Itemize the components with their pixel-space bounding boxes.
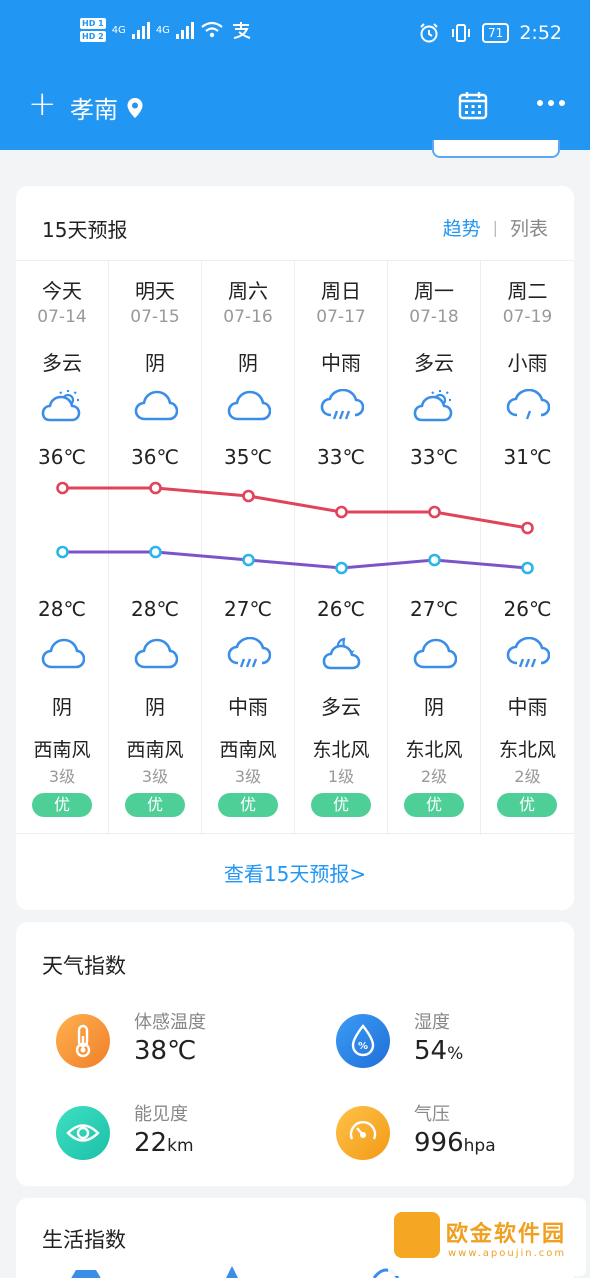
index-label: 体感温度	[134, 1012, 206, 1033]
hd2-badge: HD 2	[80, 31, 106, 42]
alipay-icon	[232, 22, 251, 39]
low-temp-point	[428, 553, 441, 567]
signal-icon	[131, 21, 150, 39]
umbrella-icon	[226, 1266, 238, 1278]
low-temp-point	[335, 561, 348, 575]
location-pin-icon	[127, 97, 143, 118]
city-selector[interactable]: 孝南	[70, 90, 144, 125]
high-temp-point	[149, 481, 162, 495]
high-temp-line	[62, 486, 528, 530]
view-15-day-link[interactable]: 查看15天预报>	[16, 858, 574, 887]
net1-label: 4G	[111, 24, 126, 36]
vibrate-icon	[452, 24, 471, 42]
forecast-view-tabs: 趋势 | 列表	[443, 214, 548, 241]
humidity-icon: %	[336, 1014, 390, 1068]
watermark-text: 欧金软件园	[446, 1222, 567, 1247]
low-temp-point	[521, 561, 534, 575]
index-value: 38℃	[134, 1036, 197, 1066]
index-label: 气压	[414, 1104, 450, 1125]
signal-icon	[175, 21, 194, 39]
life-index-title: 生活指数	[42, 1228, 126, 1252]
temperature-trend-chart	[56, 481, 534, 575]
low-temp-point	[149, 545, 162, 559]
forecast-title: 15天预报	[42, 218, 128, 242]
status-right: 71 2:52	[418, 22, 562, 44]
high-temp-point	[242, 489, 255, 503]
high-temp-point	[521, 521, 534, 535]
weather-index-card: 天气指数 体感温度 38℃ % 湿度 54% 能见度 22km 气压 996hp…	[16, 922, 574, 1186]
battery-indicator: 71	[482, 23, 510, 43]
weather-index-title: 天气指数	[42, 954, 126, 978]
watermark-logo	[394, 1212, 440, 1258]
net2-label: 4G	[155, 24, 170, 36]
low-temp-point	[242, 553, 255, 567]
index-value: 996hpa	[414, 1128, 496, 1158]
hd1-badge: HD 1	[80, 18, 106, 29]
more-icon[interactable]	[536, 88, 566, 118]
status-left: HD 1 HD 2 4G 4G	[80, 18, 252, 42]
clothing-icon	[71, 1270, 101, 1278]
tab-trend[interactable]: 趋势	[443, 214, 481, 241]
tab-separator: |	[492, 218, 498, 237]
eye-icon	[56, 1106, 110, 1160]
svg-text:%: %	[358, 1041, 368, 1052]
tab-list[interactable]: 列表	[510, 214, 548, 241]
city-name: 孝南	[70, 96, 118, 124]
calendar-icon[interactable]	[458, 90, 488, 120]
plus-icon[interactable]: +	[28, 87, 57, 121]
high-temp-point	[335, 505, 348, 519]
thermometer-icon	[56, 1014, 110, 1068]
wifi-icon	[201, 21, 223, 38]
alarm-icon	[420, 23, 438, 43]
watermark-url: www.apoujin.com	[448, 1248, 567, 1259]
gauge-icon	[336, 1106, 390, 1160]
app-header: HD 1 HD 2 4G 4G 71 2:52 + 孝南	[0, 0, 590, 150]
forecast-card: 15天预报 趋势 | 列表 今天 07-14 多云 36℃ 28℃ 阴西南风 3级优明天 07…	[16, 186, 574, 910]
index-label: 湿度	[414, 1012, 450, 1033]
index-value: 22km	[134, 1128, 194, 1158]
high-temp-point	[428, 505, 441, 519]
low-temp-point	[56, 545, 69, 559]
watermark: 欧金软件园 www.apoujin.com	[388, 1198, 586, 1276]
title-bar: + 孝南	[0, 82, 590, 130]
scrolled-tab-edge	[432, 140, 560, 158]
status-bar: HD 1 HD 2 4G 4G 71 2:52	[0, 18, 590, 58]
index-label: 能见度	[134, 1104, 188, 1125]
high-temp-point	[56, 481, 69, 495]
index-value: 54%	[414, 1036, 464, 1066]
hd-indicators: HD 1 HD 2	[80, 18, 106, 42]
clock: 2:52	[519, 22, 562, 44]
low-temp-line	[62, 550, 528, 570]
